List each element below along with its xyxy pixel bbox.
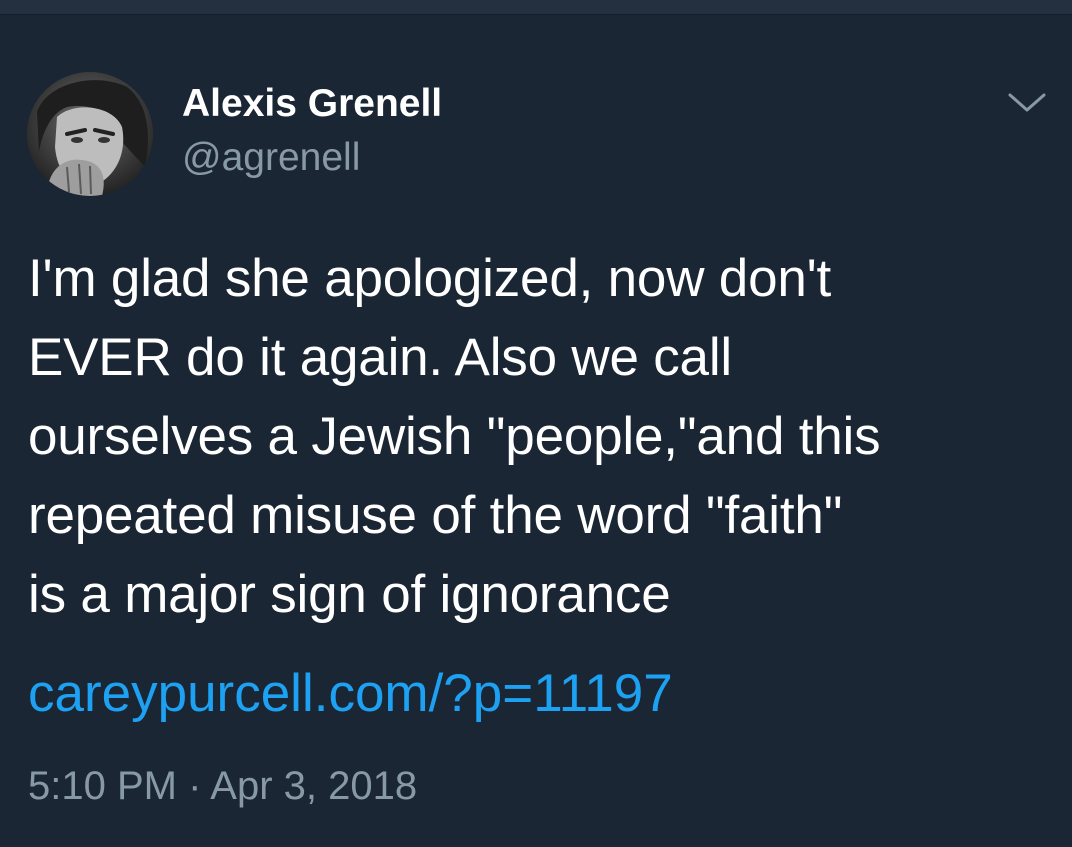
tweet-card: Alexis Grenell @agrenell I'm glad she ap… xyxy=(0,15,1072,847)
author-display-name[interactable]: Alexis Grenell xyxy=(182,82,442,126)
tweet-text: I'm glad she apologized, now don't EVER … xyxy=(28,249,881,624)
tweet-menu-button[interactable] xyxy=(1000,85,1054,121)
top-bar-edge xyxy=(0,0,1072,15)
tweet-timestamp[interactable]: 5:10 PM · Apr 3, 2018 xyxy=(28,762,417,810)
avatar[interactable] xyxy=(27,72,153,196)
tweet-link[interactable]: careypurcell.com/?p=11197 xyxy=(28,654,673,733)
chevron-down-icon xyxy=(1008,93,1046,112)
user-avatar-icon xyxy=(27,72,153,196)
author-handle[interactable]: @agrenell xyxy=(182,136,360,180)
